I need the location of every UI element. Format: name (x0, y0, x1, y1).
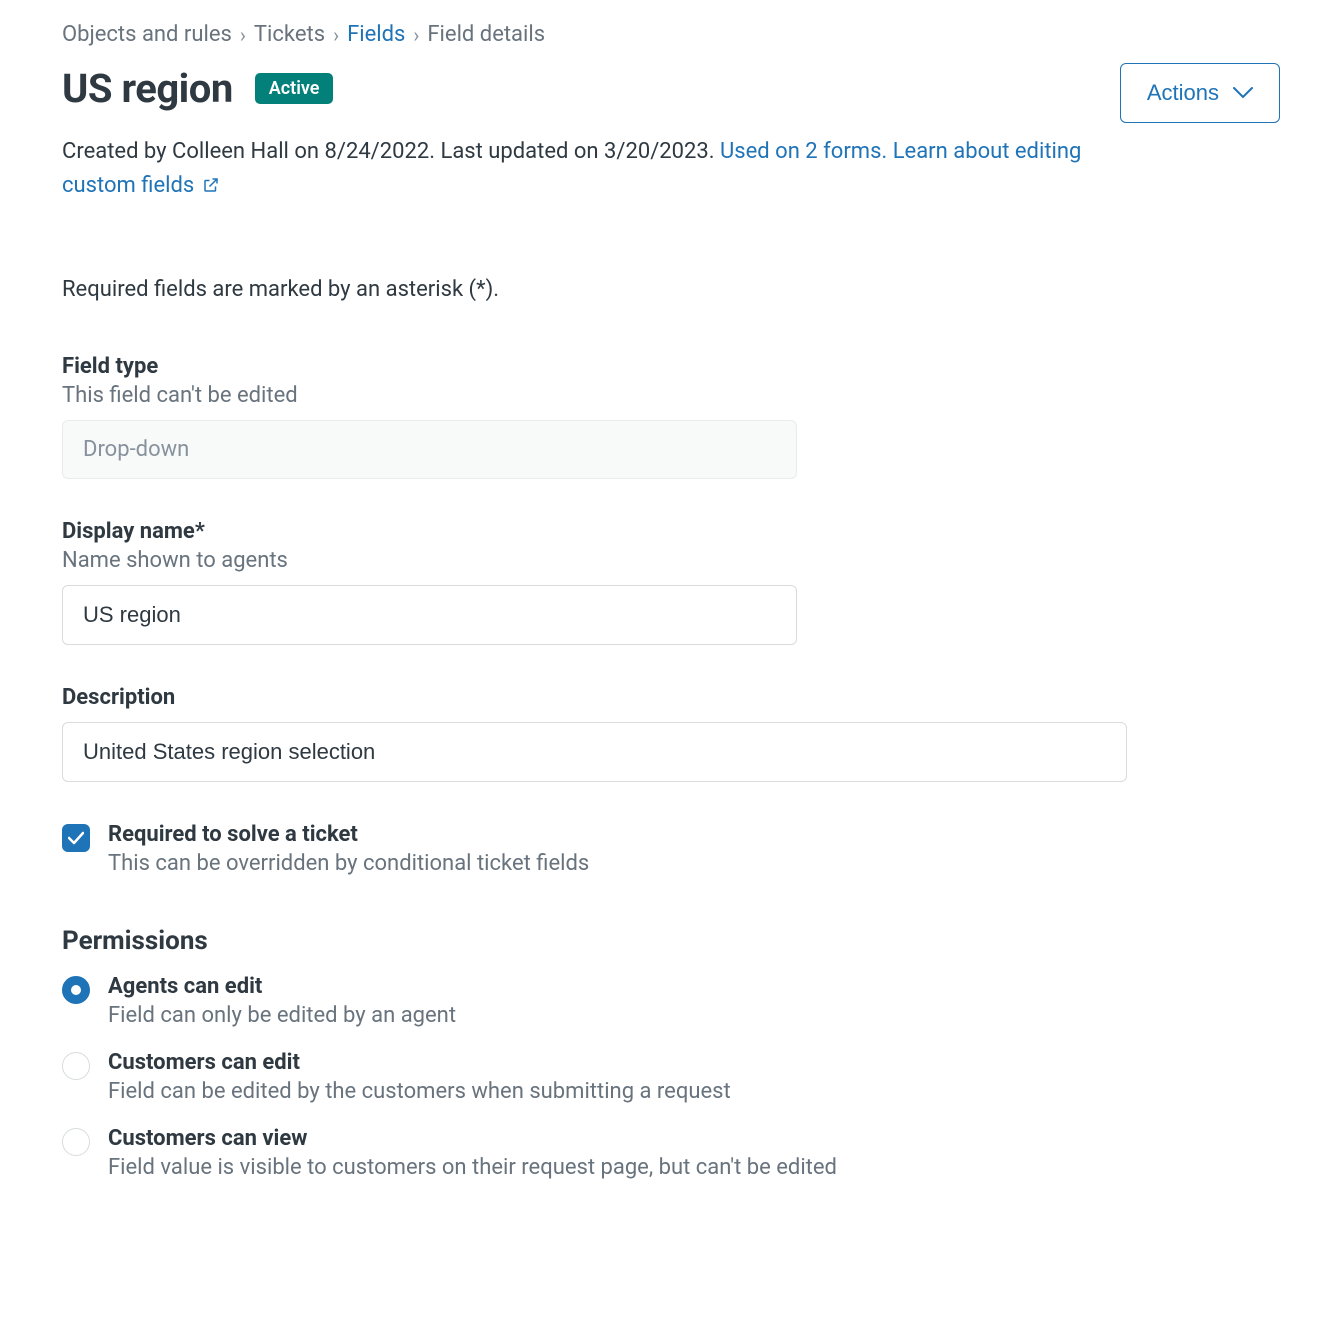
page-title: US region (62, 65, 233, 112)
required-note: Required fields are marked by an asteris… (62, 277, 1280, 302)
used-on-forms-link[interactable]: Used on 2 forms. (720, 139, 887, 164)
chevron-right-icon: › (333, 23, 339, 47)
breadcrumb-item-active[interactable]: Fields (347, 22, 405, 47)
breadcrumb-item[interactable]: Tickets (254, 22, 325, 47)
page-header: US region Active Actions (62, 65, 1280, 123)
permission-radio-agents[interactable] (62, 976, 90, 1004)
display-name-group: Display name* Name shown to agents (62, 519, 1280, 645)
chevron-right-icon: › (240, 23, 246, 47)
breadcrumb-item[interactable]: Objects and rules (62, 22, 232, 47)
description-input[interactable] (62, 722, 1127, 782)
permission-help: Field can only be edited by an agent (108, 1003, 456, 1028)
chevron-down-icon (1233, 87, 1253, 99)
permission-label: Customers can view (108, 1126, 837, 1151)
display-name-input[interactable] (62, 585, 797, 645)
permission-help: Field value is visible to customers on t… (108, 1155, 837, 1180)
status-badge: Active (255, 73, 334, 104)
permission-label: Agents can edit (108, 974, 456, 999)
permission-option-agents: Agents can edit Field can only be edited… (62, 974, 1280, 1028)
display-name-label: Display name* (62, 519, 1280, 544)
required-help: This can be overridden by conditional ti… (108, 851, 589, 876)
permission-radio-customers-edit[interactable] (62, 1052, 90, 1080)
required-label: Required to solve a ticket (108, 822, 589, 847)
permission-option-customers-edit: Customers can edit Field can be edited b… (62, 1050, 1280, 1104)
permission-option-customers-view: Customers can view Field value is visibl… (62, 1126, 1280, 1180)
permission-label: Customers can edit (108, 1050, 731, 1075)
required-checkbox[interactable] (62, 824, 90, 852)
field-type-group: Field type This field can't be edited Dr… (62, 354, 1280, 479)
display-name-help: Name shown to agents (62, 548, 1280, 573)
description-group: Description (62, 685, 1280, 782)
meta-text: Created by Colleen Hall on 8/24/2022. La… (62, 135, 1122, 205)
chevron-right-icon: › (413, 23, 419, 47)
field-type-label: Field type (62, 354, 1280, 379)
actions-label: Actions (1147, 80, 1219, 106)
required-checkbox-row: Required to solve a ticket This can be o… (62, 822, 1280, 876)
permission-help: Field can be edited by the customers whe… (108, 1079, 731, 1104)
external-link-icon (202, 171, 220, 205)
permission-radio-customers-view[interactable] (62, 1128, 90, 1156)
breadcrumb: Objects and rules › Tickets › Fields › F… (62, 22, 1280, 47)
description-label: Description (62, 685, 1280, 710)
actions-button[interactable]: Actions (1120, 63, 1280, 123)
field-type-help: This field can't be edited (62, 383, 1280, 408)
breadcrumb-item: Field details (427, 22, 545, 47)
field-type-input: Drop-down (62, 420, 797, 479)
permissions-title: Permissions (62, 926, 1280, 956)
meta-created: Created by Colleen Hall on 8/24/2022. La… (62, 139, 720, 164)
